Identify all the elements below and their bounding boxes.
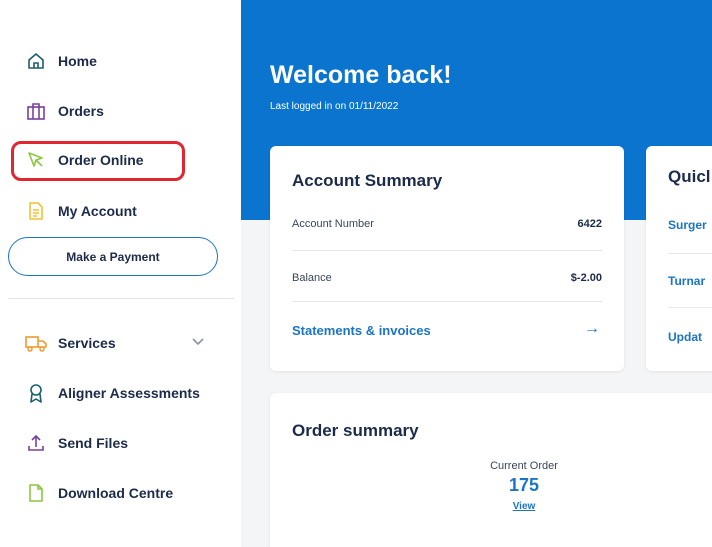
account-number-value: 6422 [577,218,602,230]
sidebar-item-label: My Account [58,203,137,219]
sidebar-item-label: Home [58,53,97,69]
quick-links-card: Quicl Surger Turnar Updat [646,146,712,371]
quick-link-item[interactable]: Surger [668,218,707,232]
sidebar-item-my-account[interactable]: My Account [25,199,137,223]
home-icon [25,50,47,72]
sidebar-item-home[interactable]: Home [25,49,97,73]
row-divider [668,253,712,254]
document-icon [25,200,47,222]
sidebar-item-label: Orders [58,103,104,119]
main-content: Welcome back! Last logged in on 01/11/20… [241,0,712,547]
make-payment-button[interactable]: Make a Payment [8,237,218,276]
sidebar-item-send-files[interactable]: Send Files [25,431,128,455]
row-divider [668,307,712,308]
page-title: Welcome back! [270,61,452,89]
sidebar-item-orders[interactable]: Orders [25,99,104,123]
account-summary-title: Account Summary [292,171,443,190]
sidebar-item-services[interactable]: Services [25,331,116,355]
chevron-down-icon[interactable] [191,337,205,347]
order-summary-card: Order summary Current Order 175 View [270,393,712,547]
sidebar-divider [8,298,234,299]
orders-icon [25,100,47,122]
order-summary-title: Order summary [292,421,419,440]
quick-link-item[interactable]: Turnar [668,274,705,288]
statements-invoices-link[interactable]: Statements & invoices [292,323,431,338]
sidebar-item-label: Send Files [58,435,129,451]
file-icon [25,482,47,504]
sidebar-item-label: Order Online [58,152,144,168]
account-summary-card: Account Summary Account Number 6422 Bala… [270,146,624,371]
sidebar-item-label: Aligner Assessments [58,385,200,401]
ribbon-icon [25,382,47,404]
sidebar-item-download-centre[interactable]: Download Centre [25,481,173,505]
quick-link-item[interactable]: Updat [668,330,702,344]
current-order-value: 175 [508,475,540,495]
balance-label: Balance [292,272,332,284]
balance-value: $-2.00 [570,272,602,284]
upload-icon [25,432,47,454]
sidebar: Home Orders Order Online My Account Make… [0,0,241,547]
current-order-label: Current Order [490,460,558,472]
cursor-icon [25,149,47,171]
account-number-label: Account Number [292,218,374,230]
quick-links-title: Quicl [668,167,711,186]
row-divider [292,250,602,251]
sidebar-item-order-online[interactable]: Order Online [25,148,144,172]
view-link[interactable]: View [456,501,592,512]
row-divider [292,301,602,302]
sidebar-item-label: Services [58,335,116,351]
truck-icon [25,332,47,354]
arrow-right-icon[interactable]: → [584,320,600,338]
sidebar-item-label: Download Centre [58,485,174,501]
last-logged-text: Last logged in on 01/11/2022 [270,101,399,112]
sidebar-item-aligner-assessments[interactable]: Aligner Assessments [25,381,200,405]
